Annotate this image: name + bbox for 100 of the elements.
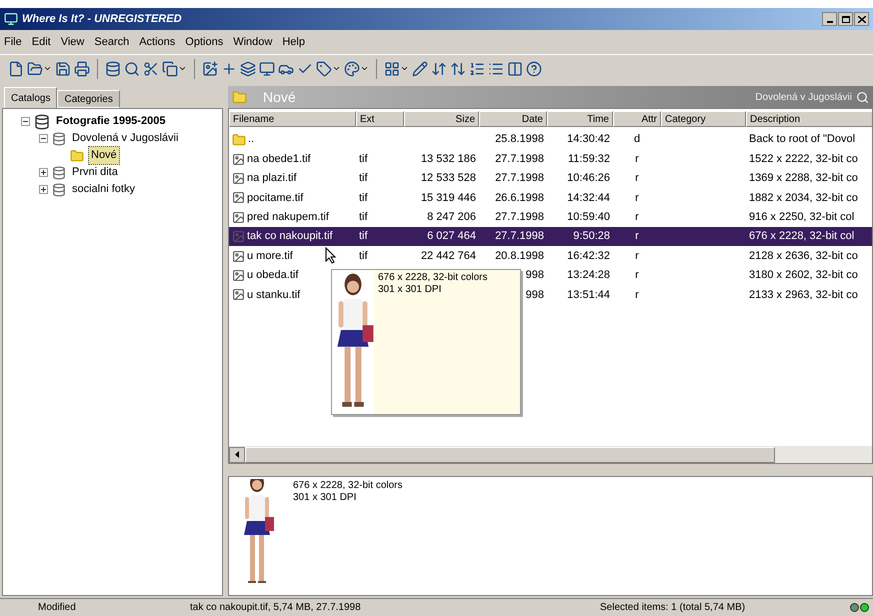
tab[interactable]: Catalogs [4, 87, 58, 108]
menu-item[interactable]: Actions [139, 34, 176, 50]
folder-path: Dovolená v Jugoslávii [755, 90, 852, 104]
sort-icon[interactable] [450, 60, 466, 76]
caret-icon[interactable] [43, 64, 52, 73]
column-header[interactable]: Filename [229, 111, 356, 127]
scroll-thumb[interactable] [245, 446, 775, 462]
pencil-icon[interactable] [412, 60, 428, 76]
palette-icon[interactable] [344, 60, 360, 76]
expand-toggle[interactable] [39, 185, 48, 194]
status-text: tak co nakoupit.tif, 5,74 MB, 27.7.1998 [190, 601, 362, 615]
expand-toggle[interactable] [39, 168, 48, 177]
scroll-left-button[interactable] [229, 446, 245, 462]
expand-toggle[interactable] [39, 134, 48, 143]
monitor-icon[interactable] [259, 60, 275, 76]
table-cell-text: r [634, 171, 640, 186]
table-cell[interactable]: pred nakupem.tif [229, 208, 356, 227]
menu-item[interactable]: Help [282, 34, 305, 50]
column-header[interactable]: Attr [613, 111, 661, 127]
expand-toggle[interactable] [21, 117, 30, 126]
table-cell[interactable]: na plazi.tif [229, 168, 356, 188]
table-cell-text: 25.8.1998 [494, 132, 545, 148]
caret-icon[interactable] [332, 64, 341, 73]
new-file-icon[interactable] [8, 60, 24, 76]
column-header[interactable]: Description [746, 111, 872, 127]
menu-item[interactable]: Window [233, 34, 272, 50]
menu-item[interactable]: Edit [32, 34, 51, 50]
disk-icon [52, 132, 66, 146]
list-icon[interactable] [488, 60, 504, 76]
column-header[interactable]: Ext [356, 111, 404, 127]
image-file-icon [232, 191, 245, 204]
tree-item[interactable]: Nové [88, 146, 120, 165]
column-header[interactable]: Time [547, 111, 613, 127]
disk-icon [52, 182, 66, 196]
tab[interactable]: Categories [57, 90, 120, 108]
table-cell[interactable]: .. [229, 130, 356, 150]
search-icon[interactable] [856, 90, 869, 104]
search-icon[interactable] [124, 60, 140, 76]
table-cell[interactable]: u obeda.tif [229, 266, 356, 286]
table-cell-text: 916 x 2250, 32-bit col [748, 210, 856, 225]
columns-icon[interactable] [507, 60, 523, 76]
grid-icon[interactable] [384, 60, 400, 76]
table-cell-text: 11:59:32 [566, 152, 611, 167]
tree-item[interactable]: Prvni dita [70, 164, 120, 181]
table-cell-text: tif [358, 190, 369, 206]
window-title: Where Is It? - UNREGISTERED [22, 12, 182, 27]
plus-icon[interactable] [221, 60, 237, 76]
list-icon[interactable] [469, 60, 485, 76]
close-button[interactable] [854, 12, 869, 26]
table-cell-text: 2133 x 2963, 32-bit co [748, 288, 859, 303]
menu-item[interactable]: View [60, 34, 84, 50]
image-file-icon [232, 288, 245, 302]
caret-icon[interactable] [360, 64, 369, 73]
column-header[interactable]: Size [404, 111, 479, 127]
database-icon[interactable] [105, 60, 121, 76]
layers-icon[interactable] [240, 60, 256, 76]
horizontal-scrollbar[interactable] [229, 446, 872, 463]
preview-text: 301 x 301 DPI [293, 492, 358, 504]
menu-item[interactable]: Search [94, 34, 130, 50]
tree-item[interactable]: Fotografie 1995-2005 [54, 113, 168, 130]
save-icon[interactable] [55, 60, 71, 76]
table-cell: 9:50:28 [547, 226, 613, 246]
open-folder-icon[interactable] [27, 60, 43, 76]
tag-icon[interactable] [316, 60, 332, 76]
column-header[interactable]: Date [479, 111, 547, 127]
tree-item[interactable]: socialni fotky [70, 181, 137, 198]
table-cell-text: 13:51:44 [566, 288, 611, 303]
table-cell[interactable]: tak co nakoupit.tif [229, 226, 356, 246]
table-cell[interactable]: na obede1.tif [229, 149, 356, 169]
maximize-button[interactable] [838, 12, 853, 26]
table-cell: tif [356, 226, 404, 246]
image-file-icon [232, 152, 245, 166]
table-cell-text: 1882 x 2034, 32-bit co [748, 190, 859, 206]
add-image-icon[interactable] [202, 60, 218, 76]
table-cell: 27.7.1998 [479, 226, 547, 246]
menu-item[interactable]: Options [185, 34, 224, 50]
table-cell[interactable]: u more.tif [229, 246, 356, 266]
table-cell[interactable]: pocitame.tif [229, 188, 356, 208]
tree-item[interactable]: Dovolená v Jugoslávii [70, 130, 180, 147]
printer-icon[interactable] [74, 60, 90, 76]
minimize-button[interactable] [822, 12, 837, 26]
catalog-icon [34, 114, 50, 130]
table-cell: r [613, 226, 661, 246]
table-cell-text: r [634, 152, 640, 167]
caret-icon[interactable] [178, 64, 187, 73]
table-cell[interactable]: u stanku.tif [229, 285, 356, 305]
copy-icon[interactable] [162, 60, 178, 76]
scissors-icon[interactable] [143, 60, 159, 76]
table-cell-text: 27.7.1998 [494, 171, 545, 186]
caret-icon[interactable] [400, 64, 409, 73]
table-cell-text: 14:30:42 [566, 132, 611, 148]
sort-icon[interactable] [431, 60, 447, 76]
menu-item[interactable]: File [4, 34, 22, 50]
help-icon[interactable] [526, 60, 542, 76]
table-cell-text: tif [358, 210, 369, 225]
tooltip-text: 301 x 301 DPI [378, 284, 442, 296]
left-arrow-icon [235, 451, 239, 458]
column-header[interactable]: Category [661, 111, 746, 127]
table-cell-text: 998 [524, 288, 545, 303]
status-light-icon [860, 603, 869, 612]
